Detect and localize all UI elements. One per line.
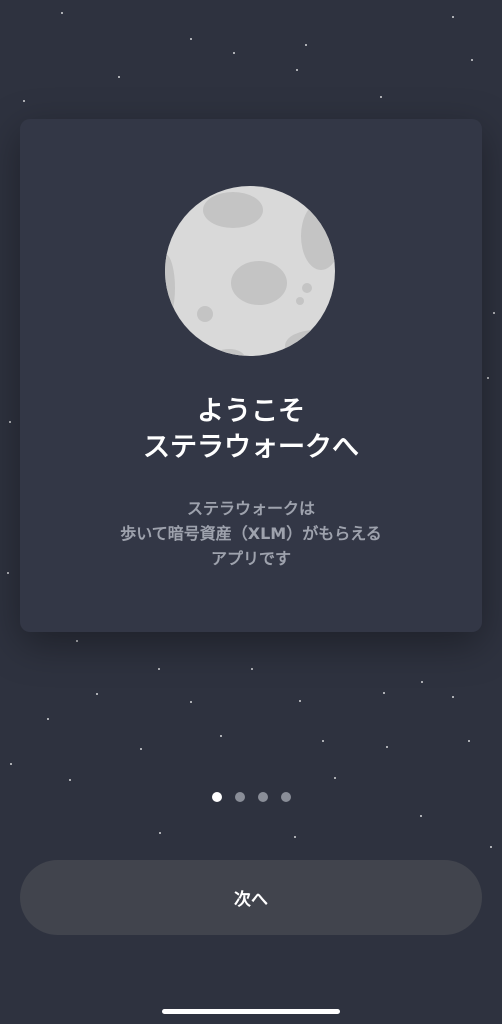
next-button[interactable]: 次へ xyxy=(20,860,482,935)
welcome-description: ステラウォークは 歩いて暗号資産（XLM）がもらえる アプリです xyxy=(20,496,482,571)
moon-icon xyxy=(165,186,335,356)
onboarding-screen: ようこそ ステラウォークへ ステラウォークは 歩いて暗号資産（XLM）がもらえる… xyxy=(0,0,502,1024)
description-line1: ステラウォークは xyxy=(186,499,315,518)
welcome-title-line1: ようこそ xyxy=(197,396,305,427)
page-dot-active[interactable] xyxy=(211,792,222,802)
page-dot[interactable] xyxy=(280,792,291,802)
onboarding-card: ようこそ ステラウォークへ ステラウォークは 歩いて暗号資産（XLM）がもらえる… xyxy=(20,119,482,632)
page-dot[interactable] xyxy=(234,792,245,802)
description-line3: アプリです xyxy=(210,549,291,568)
page-dot[interactable] xyxy=(257,792,268,802)
next-button-label: 次へ xyxy=(234,890,268,910)
welcome-title: ようこそ ステラウォークへ xyxy=(20,394,482,466)
home-indicator[interactable] xyxy=(162,1009,340,1014)
welcome-title-line2: ステラウォークへ xyxy=(143,432,359,463)
description-line2: 歩いて暗号資産（XLM）がもらえる xyxy=(120,524,382,543)
page-indicator xyxy=(0,792,502,802)
